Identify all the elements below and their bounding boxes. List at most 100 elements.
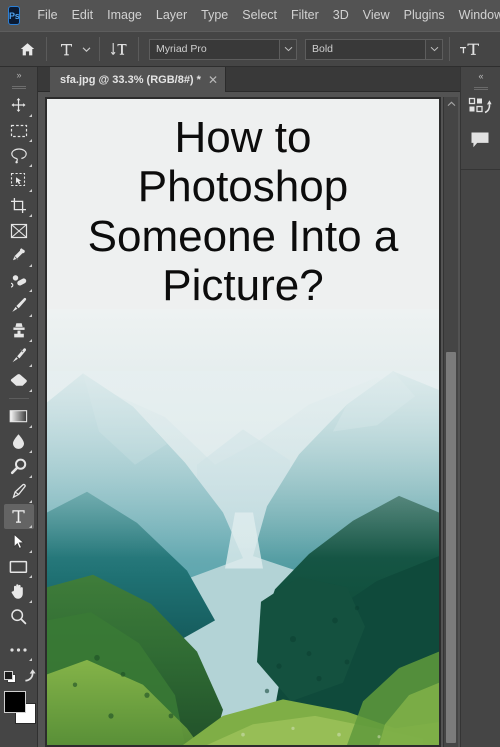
- image-canvas[interactable]: How to Photoshop Someone Into a Picture?: [47, 99, 439, 745]
- collapse-panels-button[interactable]: «: [461, 67, 500, 84]
- tool-flyout-indicator: [28, 475, 32, 478]
- eyedropper-tool[interactable]: [4, 243, 34, 268]
- color-swatches[interactable]: [2, 689, 36, 725]
- crop-icon: [10, 197, 28, 214]
- zoom-tool[interactable]: [4, 604, 34, 629]
- toggle-text-orientation-button[interactable]: [106, 36, 132, 62]
- document-tab[interactable]: sfa.jpg @ 33.3% (RGB/8#) * ✕: [50, 67, 226, 92]
- default-foreground-swatch: [4, 670, 13, 680]
- menu-item-edit[interactable]: Edit: [65, 6, 101, 25]
- toggle-text-orientation-icon: [110, 41, 129, 58]
- close-icon[interactable]: ✕: [208, 74, 218, 86]
- libraries-icon: [468, 97, 492, 122]
- dodge-tool[interactable]: [4, 454, 34, 479]
- menu-item-plugins[interactable]: Plugins: [397, 6, 452, 25]
- comment-bubble-icon: [470, 131, 490, 154]
- libraries-panel-button[interactable]: [461, 93, 499, 126]
- tool-preset-button[interactable]: [53, 36, 79, 62]
- hand-tool[interactable]: [4, 579, 34, 604]
- options-divider-1: [46, 37, 47, 61]
- tool-preset-chevron-button[interactable]: [79, 36, 93, 62]
- right-panel-dock: «: [460, 67, 500, 747]
- options-divider-2: [99, 37, 100, 61]
- move-icon: [10, 97, 27, 114]
- menu-item-filter[interactable]: Filter: [284, 6, 326, 25]
- eyedropper-icon: [10, 247, 28, 264]
- chevron-down-icon[interactable]: [425, 39, 442, 59]
- foreground-color-swatch[interactable]: [4, 691, 26, 713]
- photoshop-window: Ps File Edit Image Layer Type Select Fil…: [0, 0, 500, 747]
- clone-stamp-icon: [10, 322, 28, 339]
- headline-text-layer[interactable]: How to Photoshop Someone Into a Picture?: [47, 113, 439, 310]
- menu-item-3d[interactable]: 3D: [326, 6, 356, 25]
- tool-flyout-indicator: [28, 114, 32, 117]
- edit-toolbar-button[interactable]: [4, 637, 34, 662]
- lasso-tool[interactable]: [4, 143, 34, 168]
- frame-tool[interactable]: [4, 218, 34, 243]
- object-selection-tool[interactable]: [4, 168, 34, 193]
- headline-line-4: Picture?: [162, 260, 324, 310]
- tool-flyout-indicator: [28, 450, 32, 453]
- canvas-vertical-scrollbar[interactable]: [443, 97, 458, 747]
- menu-item-select[interactable]: Select: [235, 6, 284, 25]
- menu-item-window[interactable]: Window: [452, 6, 500, 25]
- font-family-select[interactable]: Myriad Pro: [149, 38, 297, 60]
- healing-brush-icon: [9, 272, 28, 289]
- horizontal-type-tool[interactable]: [3, 504, 34, 529]
- default-colors-button[interactable]: [4, 670, 16, 685]
- font-style-select[interactable]: Bold: [305, 38, 443, 60]
- tools-panel: »: [0, 67, 38, 747]
- options-divider-4: [449, 37, 450, 61]
- history-brush-icon: [10, 347, 28, 364]
- tool-flyout-indicator: [28, 164, 32, 167]
- brush-tool[interactable]: [4, 293, 34, 318]
- type-tool-icon: [58, 41, 75, 58]
- scroll-thumb[interactable]: [446, 352, 456, 743]
- menu-item-image[interactable]: Image: [100, 6, 149, 25]
- blur-drop-icon: [11, 433, 26, 450]
- right-panel-drag-handle[interactable]: [461, 84, 500, 93]
- rectangle-tool[interactable]: [4, 554, 34, 579]
- pen-tool[interactable]: [4, 479, 34, 504]
- path-selection-tool[interactable]: [4, 529, 34, 554]
- type-tool-icon: [10, 508, 27, 525]
- lasso-icon: [10, 147, 28, 164]
- menu-item-layer[interactable]: Layer: [149, 6, 194, 25]
- headline-line-3: Someone Into a: [87, 211, 399, 261]
- chevron-down-icon[interactable]: [279, 39, 296, 59]
- chevron-up-icon[interactable]: [444, 97, 458, 111]
- tool-flyout-indicator: [28, 600, 32, 603]
- font-family-value: Myriad Pro: [156, 43, 207, 55]
- menu-item-file[interactable]: File: [30, 6, 64, 25]
- swap-colors-button[interactable]: [22, 668, 37, 687]
- options-divider-3: [138, 37, 139, 61]
- tool-flyout-indicator: [28, 658, 32, 661]
- mountain-landscape-artwork: [47, 309, 439, 745]
- expand-toolbar-button[interactable]: »: [0, 67, 37, 83]
- tool-flyout-indicator: [28, 214, 32, 217]
- eraser-tool[interactable]: [4, 368, 34, 393]
- tool-flyout-indicator: [28, 339, 32, 342]
- clone-stamp-tool[interactable]: [4, 318, 34, 343]
- path-selection-arrow-icon: [12, 533, 26, 550]
- document-tab-label: sfa.jpg @ 33.3% (RGB/8#) *: [60, 73, 201, 86]
- crop-tool[interactable]: [4, 193, 34, 218]
- photoshop-logo: Ps: [8, 6, 21, 25]
- menu-item-type[interactable]: Type: [194, 6, 235, 25]
- marquee-icon: [10, 124, 28, 138]
- tool-flyout-indicator: [28, 314, 32, 317]
- move-tool[interactable]: [4, 93, 34, 118]
- history-brush-tool[interactable]: [4, 343, 34, 368]
- tool-flyout-indicator: [28, 189, 32, 192]
- toolbar-divider: [8, 398, 29, 399]
- font-size-button[interactable]: [456, 36, 482, 62]
- toolbar-drag-handle[interactable]: [0, 83, 37, 93]
- menu-item-view[interactable]: View: [356, 6, 397, 25]
- comments-panel-button[interactable]: [461, 126, 499, 159]
- spot-healing-brush-tool[interactable]: [4, 268, 34, 293]
- gradient-tool[interactable]: [4, 404, 34, 429]
- tool-flyout-indicator: [28, 500, 32, 503]
- home-button[interactable]: [14, 36, 40, 62]
- blur-tool[interactable]: [4, 429, 34, 454]
- rectangular-marquee-tool[interactable]: [4, 118, 34, 143]
